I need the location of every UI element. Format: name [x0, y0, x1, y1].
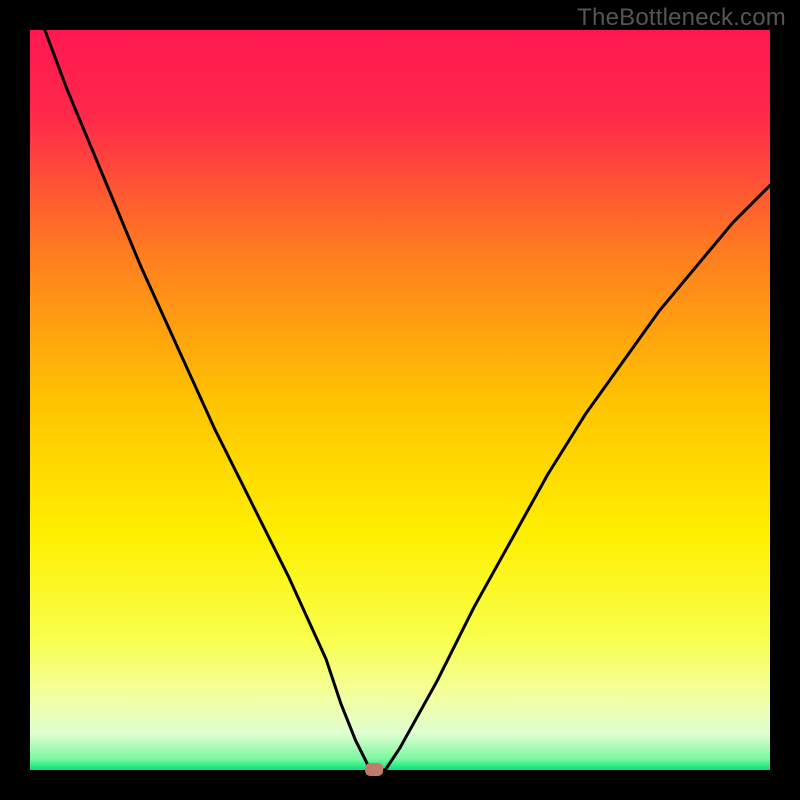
- optimal-marker: [365, 763, 383, 776]
- plot-background: [30, 30, 770, 770]
- bottleneck-chart: [0, 0, 800, 800]
- chart-container: TheBottleneck.com: [0, 0, 800, 800]
- watermark-label: TheBottleneck.com: [577, 4, 786, 32]
